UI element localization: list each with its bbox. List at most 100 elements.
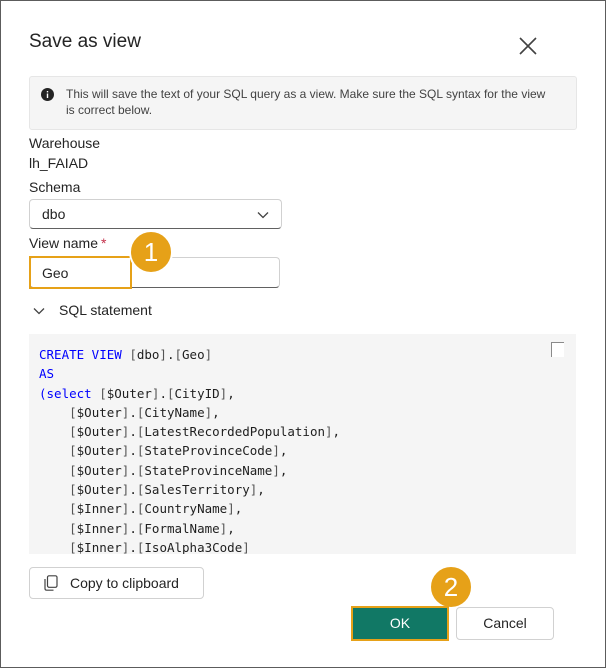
sql-token: StateProvinceName — [144, 462, 273, 478]
sql-code-line: AS — [39, 364, 340, 383]
sql-token: $Outer — [106, 385, 152, 401]
required-marker: * — [101, 235, 107, 251]
copy-icon — [44, 575, 58, 591]
sql-token: $Inner — [76, 520, 122, 536]
sql-token: IsoAlpha3Code — [144, 539, 243, 554]
info-message-text: This will save the text of your SQL quer… — [66, 87, 546, 117]
sql-token: [ — [174, 347, 183, 362]
sql-token: , — [234, 501, 243, 517]
sql-token: . — [129, 501, 137, 517]
sql-token: , — [279, 443, 288, 459]
sql-statement-label: SQL statement — [59, 302, 152, 318]
sql-token: ] — [242, 539, 250, 554]
sql-token: $Outer — [76, 404, 122, 420]
sql-token: $Outer — [76, 424, 122, 440]
sql-token: , — [212, 404, 220, 420]
sql-token: FormalName — [144, 520, 220, 536]
sql-code: CREATE VIEW [dbo].[Geo] AS (select [$Outer… — [39, 345, 340, 554]
warehouse-label: Warehouse — [29, 135, 101, 151]
sql-token: StateProvinceCode — [144, 443, 273, 459]
sql-token: [ — [129, 347, 137, 362]
callout-badge-2: 2 — [429, 565, 473, 609]
copy-button-label: Copy to clipboard — [70, 575, 179, 591]
warehouse-value: lh_FAIAD — [29, 155, 89, 171]
dialog-title: Save as view — [29, 31, 141, 52]
sql-token: , — [227, 520, 235, 536]
sql-token: CityID — [174, 385, 220, 401]
info-message-bar: This will save the text of your SQL quer… — [29, 76, 577, 130]
sql-token: $Outer — [76, 482, 122, 498]
sql-code-line: [$Outer].[StateProvinceName], — [39, 461, 340, 480]
sql-token: ] — [325, 424, 333, 440]
view-name-label-text: View name — [29, 235, 99, 251]
sql-code-line: [$Outer].[StateProvinceCode], — [39, 441, 340, 460]
sql-token: $Outer — [76, 443, 122, 459]
sql-code-line: (select [$Outer].[CityID], — [39, 384, 340, 403]
sql-token: $Inner — [76, 501, 122, 517]
sql-code-line: [$Outer].[CityName], — [39, 403, 340, 422]
sql-token: [ — [69, 539, 77, 554]
sql-token: ] — [204, 347, 213, 362]
sql-token: , — [332, 424, 341, 440]
sql-code-line: [$Inner].[FormalName], — [39, 519, 340, 538]
sql-token: . — [129, 462, 137, 478]
sql-token: Geo — [182, 347, 205, 362]
sql-token: $Outer — [76, 462, 122, 478]
sql-token: SalesTerritory — [144, 482, 250, 498]
sql-token: [ — [69, 462, 77, 478]
sql-token: , — [227, 385, 235, 401]
sql-token: [ — [69, 520, 77, 536]
info-icon — [41, 88, 54, 101]
sql-token: dbo — [136, 347, 160, 362]
sql-token: ] — [227, 501, 235, 517]
sql-token: [ — [69, 443, 77, 459]
cancel-button[interactable]: Cancel — [456, 607, 554, 640]
sql-code-editor[interactable]: CREATE VIEW [dbo].[Geo] AS (select [$Outer… — [29, 334, 576, 554]
sql-keyword: CREATE VIEW — [39, 347, 130, 362]
sql-keyword: AS — [39, 366, 55, 382]
sql-token: CountryName — [144, 501, 228, 517]
sql-token: [ — [69, 424, 77, 440]
sql-token: . — [129, 520, 137, 536]
sql-token: . — [129, 482, 137, 498]
copy-to-clipboard-button[interactable]: Copy to clipboard — [29, 567, 204, 599]
sql-token: LatestRecordedPopulation — [144, 424, 326, 440]
sql-token: ] — [272, 462, 280, 478]
code-scrollbar[interactable] — [551, 342, 564, 357]
chevron-down-icon — [257, 212, 269, 219]
sql-token: [ — [69, 482, 77, 498]
sql-keyword: (select — [39, 385, 100, 401]
chevron-down-icon — [33, 308, 45, 315]
sql-code-line: [$Outer].[LatestRecordedPopulation], — [39, 422, 340, 441]
view-name-label: View name * — [29, 235, 106, 251]
callout-badge-1: 1 — [129, 230, 173, 274]
sql-token: ] — [204, 404, 213, 420]
sql-code-line: CREATE VIEW [dbo].[Geo] — [39, 345, 340, 364]
schema-label: Schema — [29, 179, 81, 195]
schema-dropdown[interactable]: dbo — [29, 199, 282, 229]
sql-token: [ — [69, 404, 77, 420]
sql-token: , — [257, 482, 265, 498]
sql-token: . — [129, 404, 137, 420]
sql-code-line: [$Inner].[IsoAlpha3Code] — [39, 538, 340, 554]
sql-token: CityName — [144, 404, 205, 420]
ok-button[interactable]: OK — [351, 606, 449, 641]
sql-token: , — [279, 462, 288, 478]
sql-token: . — [129, 539, 137, 554]
close-button[interactable] — [515, 33, 541, 59]
sql-token: $Inner — [76, 539, 122, 554]
sql-token: . — [159, 385, 167, 401]
sql-code-line: [$Inner].[CountryName], — [39, 499, 340, 518]
save-as-view-dialog: Save as view This will save the text of … — [0, 0, 606, 668]
sql-code-line: [$Outer].[SalesTerritory], — [39, 480, 340, 499]
sql-token: [ — [99, 385, 107, 401]
close-icon — [519, 37, 537, 55]
